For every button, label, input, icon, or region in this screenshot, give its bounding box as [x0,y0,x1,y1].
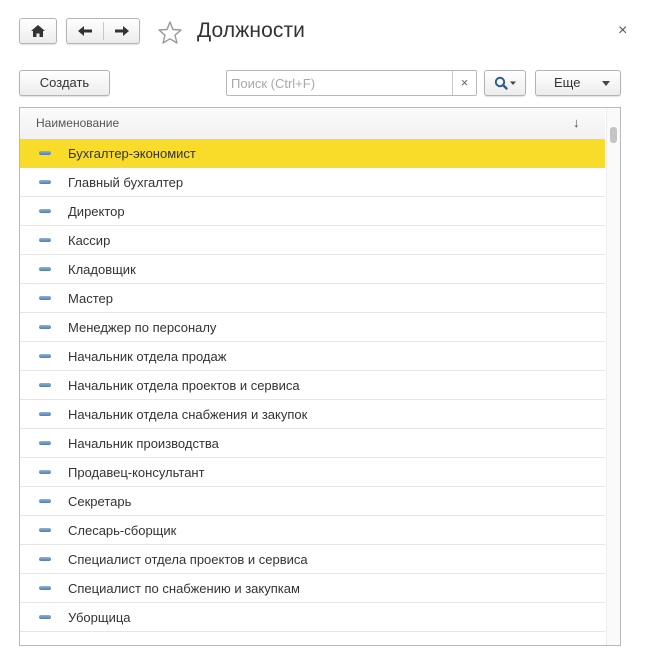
row-name: Менеджер по персоналу [68,320,217,335]
table-row[interactable]: Мастер [20,284,605,313]
table-row[interactable]: Уборщица [20,603,605,632]
row-name: Продавец-консультант [68,465,205,480]
row-name: Начальник производства [68,436,219,451]
catalog-item-icon [39,470,51,474]
row-name: Уборщица [68,610,131,625]
search-options-button[interactable] [484,70,526,96]
row-name: Специалист по снабжению и закупкам [68,581,300,596]
catalog-item-icon [39,267,51,271]
catalog-item-icon [39,383,51,387]
catalog-item-icon [39,441,51,445]
table-row[interactable]: Начальник производства [20,429,605,458]
page-title: Должности [197,19,306,42]
catalog-item-icon [39,209,51,213]
more-button[interactable]: Еще [535,70,621,96]
create-button[interactable]: Создать [19,70,110,96]
sort-descending-icon[interactable]: ↓ [573,115,580,130]
row-name: Директор [68,204,125,219]
catalog-item-icon [39,238,51,242]
scrollbar-thumb[interactable] [610,127,617,143]
catalog-item-icon [39,557,51,561]
navigation-buttons [66,18,140,44]
table-row[interactable]: Слесарь-сборщик [20,516,605,545]
forward-button[interactable] [104,19,141,43]
row-name: Слесарь-сборщик [68,523,177,538]
table-row[interactable]: Главный бухгалтер [20,168,605,197]
row-name: Секретарь [68,494,132,509]
catalog-item-icon [39,586,51,590]
table-row[interactable]: Секретарь [20,487,605,516]
clear-search-icon[interactable]: × [452,71,476,95]
row-name: Бухгалтер-экономист [68,146,196,161]
table-row[interactable]: Начальник отдела проектов и сервиса [20,371,605,400]
search-field: × [226,70,477,96]
vertical-scrollbar[interactable] [606,108,620,645]
more-button-label: Еще [554,75,581,90]
arrow-right-icon [115,26,129,36]
table-row[interactable]: Кладовщик [20,255,605,284]
chevron-down-icon [602,81,610,86]
table-header[interactable]: Наименование ↓ [20,108,605,140]
catalog-item-icon [39,615,51,619]
arrow-left-icon [78,26,92,36]
positions-table: Наименование ↓ Бухгалтер-экономист Главны… [19,107,621,646]
row-name: Начальник отдела проектов и сервиса [68,378,300,393]
home-icon [31,25,45,37]
star-icon[interactable] [157,20,183,45]
table-row[interactable]: Бухгалтер-экономист [20,139,605,168]
search-input[interactable] [229,73,455,93]
catalog-item-icon [39,354,51,358]
table-row[interactable]: Менеджер по персоналу [20,313,605,342]
table-row[interactable]: Начальник отдела снабжения и закупок [20,400,605,429]
row-name: Начальник отдела продаж [68,349,227,364]
catalog-item-icon [39,499,51,503]
row-name: Специалист отдела проектов и сервиса [68,552,308,567]
catalog-item-icon [39,296,51,300]
table-row[interactable]: Кассир [20,226,605,255]
back-button[interactable] [67,19,104,43]
table-body: Бухгалтер-экономист Главный бухгалтер Дире… [20,139,605,632]
catalog-item-icon [39,151,51,155]
catalog-item-icon [39,528,51,532]
row-name: Кассир [68,233,111,248]
row-name: Кладовщик [68,262,136,277]
catalog-item-icon [39,180,51,184]
row-name: Мастер [68,291,113,306]
column-header-name[interactable]: Наименование [36,116,119,130]
home-button[interactable] [19,18,57,44]
table-row[interactable]: Начальник отдела продаж [20,342,605,371]
table-row[interactable]: Специалист по снабжению и закупкам [20,574,605,603]
row-name: Главный бухгалтер [68,175,184,190]
close-icon[interactable]: × [618,22,627,40]
magnifier-icon [494,76,516,90]
catalog-item-icon [39,325,51,329]
row-name: Начальник отдела снабжения и закупок [68,407,308,422]
table-row[interactable]: Специалист отдела проектов и сервиса [20,545,605,574]
catalog-item-icon [39,412,51,416]
table-row[interactable]: Продавец-консультант [20,458,605,487]
table-row[interactable]: Директор [20,197,605,226]
